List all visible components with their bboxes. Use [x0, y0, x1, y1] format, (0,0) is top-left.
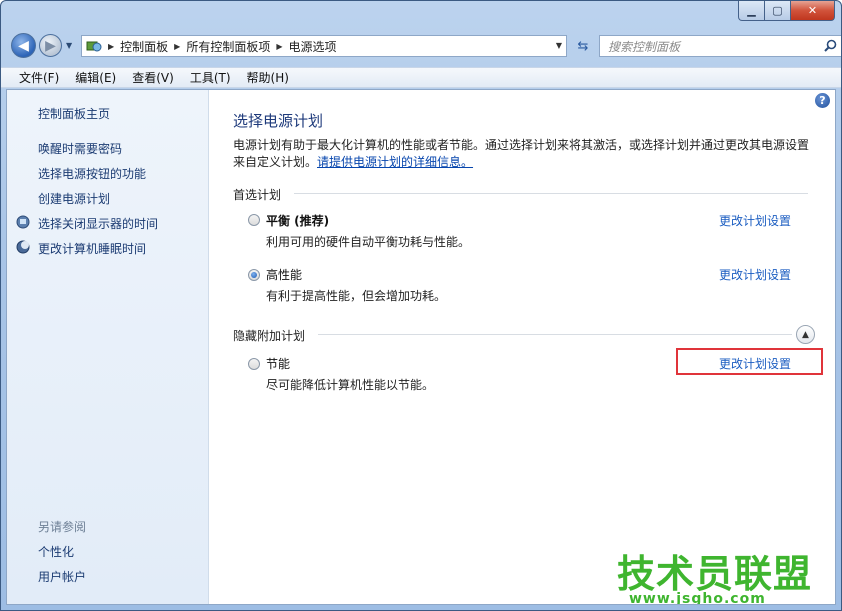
sidebar-link-wake-password[interactable]: 唤醒时需要密码: [38, 140, 122, 157]
plan-power-saver-radio[interactable]: [248, 358, 260, 370]
recent-pages-chevron-icon[interactable]: ▼: [66, 41, 72, 50]
plan-details-link[interactable]: 请提供电源计划的详细信息。: [317, 155, 473, 169]
breadcrumb-separator-icon[interactable]: ▶: [174, 42, 180, 51]
menu-bar: 文件(F) 编辑(E) 查看(V) 工具(T) 帮助(H): [1, 67, 841, 88]
moon-icon: [16, 240, 30, 254]
plan-balanced-radio[interactable]: [248, 214, 260, 226]
plan-balanced-change-settings-link[interactable]: 更改计划设置: [719, 212, 791, 229]
section-divider: [318, 334, 792, 335]
annotation-highlight-box: [676, 348, 823, 375]
forward-button[interactable]: ▶: [39, 34, 62, 57]
menu-view[interactable]: 查看(V): [124, 69, 182, 86]
plan-high-performance-name[interactable]: 高性能: [266, 266, 302, 283]
breadcrumb-item[interactable]: 控制面板: [120, 38, 168, 55]
breadcrumb-item[interactable]: 电源选项: [289, 38, 337, 55]
refresh-icon: ⇆: [577, 38, 589, 54]
address-bar[interactable]: ▶ 控制面板 ▶ 所有控制面板项 ▶ 电源选项 ▼: [81, 35, 567, 57]
back-button[interactable]: ◀: [11, 33, 36, 58]
plan-balanced-desc: 利用可用的硬件自动平衡功耗与性能。: [266, 235, 471, 249]
control-panel-window: ▁ ▢ ✕ ◀ ▶ ▼ ▶ 控制面板 ▶ 所有控制面板项 ▶ 电源选项 ▼ ⇆ …: [0, 0, 842, 611]
control-panel-icon: [86, 38, 102, 54]
plan-power-saver-desc: 尽可能降低计算机性能以节能。: [266, 378, 435, 392]
plan-balanced-name[interactable]: 平衡 (推荐): [266, 212, 329, 229]
sidebar-link-display-off-time[interactable]: 选择关闭显示器的时间: [38, 215, 158, 232]
help-icon[interactable]: ?: [815, 93, 830, 108]
window-controls: ▁ ▢ ✕: [738, 1, 835, 21]
menu-edit[interactable]: 编辑(E): [67, 69, 124, 86]
search-placeholder: 搜索控制面板: [608, 39, 681, 54]
menu-help[interactable]: 帮助(H): [239, 69, 297, 86]
plan-high-performance-desc: 有利于提高性能，但会增加功耗。: [266, 289, 447, 303]
plan-high-performance-radio[interactable]: [248, 269, 260, 281]
plan-power-saver-name[interactable]: 节能: [266, 355, 290, 372]
collapse-chevron-up-icon[interactable]: ▲: [796, 325, 815, 344]
maximize-button[interactable]: ▢: [765, 1, 791, 21]
back-arrow-icon: ◀: [18, 37, 29, 54]
watermark-url: www.jsgho.com: [629, 591, 766, 605]
see-also-heading: 另请参阅: [38, 520, 87, 534]
page-title: 选择电源计划: [233, 112, 324, 130]
sidebar-link-sleep-time[interactable]: 更改计算机睡眠时间: [38, 240, 146, 257]
breadcrumb-separator-icon: ▶: [108, 41, 115, 51]
address-dropdown-icon[interactable]: ▼: [556, 41, 562, 50]
sidebar-link-personalization[interactable]: 个性化: [38, 543, 74, 560]
task-sidebar: 控制面板主页 唤醒时需要密码 选择电源按钮的功能 创建电源计划 选择关闭显示器的…: [7, 90, 209, 604]
page-description: 电源计划有助于最大化计算机的性能或者节能。通过选择计划来将其激活，或选择计划并通…: [233, 137, 813, 171]
navigation-bar: ◀ ▶ ▼ ▶ 控制面板 ▶ 所有控制面板项 ▶ 电源选项 ▼ ⇆ 搜索控制面板: [9, 31, 841, 61]
breadcrumb-separator-icon[interactable]: ▶: [276, 42, 282, 51]
plan-high-performance-change-settings-link[interactable]: 更改计划设置: [719, 266, 791, 283]
section-divider: [294, 193, 808, 194]
minimize-button[interactable]: ▁: [738, 1, 765, 21]
menu-tools[interactable]: 工具(T): [182, 69, 239, 86]
hidden-plans-heading[interactable]: 隐藏附加计划: [233, 327, 305, 344]
watermark-title: 技术员联盟: [617, 552, 813, 596]
search-input[interactable]: 搜索控制面板: [599, 35, 841, 57]
close-button[interactable]: ✕: [791, 1, 835, 21]
menu-file[interactable]: 文件(F): [11, 69, 67, 86]
search-icon[interactable]: [824, 39, 837, 55]
refresh-button[interactable]: ⇆: [571, 35, 595, 57]
sidebar-link-create-plan[interactable]: 创建电源计划: [38, 190, 110, 207]
sidebar-link-user-accounts[interactable]: 用户帐户: [38, 568, 86, 585]
monitor-icon: [16, 215, 30, 229]
forward-arrow-icon: ▶: [45, 37, 56, 54]
content-area: 控制面板主页 唤醒时需要密码 选择电源按钮的功能 创建电源计划 选择关闭显示器的…: [6, 89, 836, 605]
watermark-logo: 技术员联盟 www.jsgho.com: [617, 543, 811, 605]
sidebar-link-power-button[interactable]: 选择电源按钮的功能: [38, 165, 146, 182]
main-panel: ? 选择电源计划 电源计划有助于最大化计算机的性能或者节能。通过选择计划来将其激…: [210, 90, 835, 604]
preferred-plans-heading: 首选计划: [233, 188, 282, 202]
breadcrumb-item[interactable]: 所有控制面板项: [186, 38, 270, 55]
sidebar-link-control-panel-home[interactable]: 控制面板主页: [38, 105, 110, 122]
